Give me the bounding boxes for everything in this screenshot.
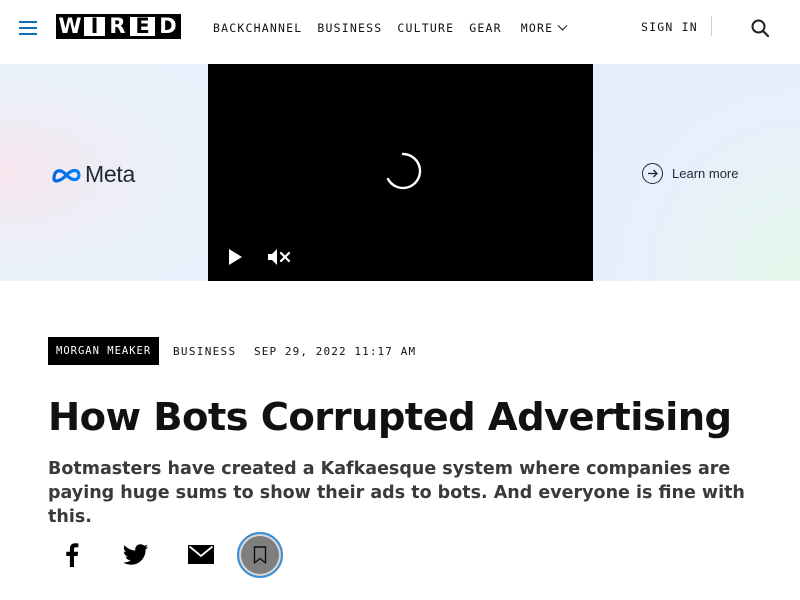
site-header: W I R E D BACKCHANNEL BUSINESS CULTURE G… xyxy=(0,0,800,56)
nav-item-gear[interactable]: GEAR xyxy=(469,21,502,35)
loading-spinner-icon xyxy=(386,152,422,190)
nav-item-business[interactable]: BUSINESS xyxy=(317,21,382,35)
sign-in-link[interactable]: SIGN IN xyxy=(641,20,698,34)
learn-more-label: Learn more xyxy=(672,166,739,181)
facebook-share-button[interactable] xyxy=(60,534,84,574)
header-divider xyxy=(711,16,712,36)
facebook-icon xyxy=(66,542,79,567)
meta-infinity-icon xyxy=(52,168,81,182)
logo-letter: I xyxy=(84,14,105,39)
twitter-icon xyxy=(123,543,148,565)
logo-letter: E xyxy=(130,14,155,39)
meta-logo[interactable]: Meta xyxy=(51,161,135,188)
bookmark-icon xyxy=(253,546,267,564)
nav-item-backchannel[interactable]: BACKCHANNEL xyxy=(213,21,302,35)
main-nav: BACKCHANNEL BUSINESS CULTURE GEAR MORE xyxy=(213,20,581,36)
chevron-down-icon xyxy=(557,20,568,31)
search-icon[interactable] xyxy=(751,19,769,37)
logo-letter: R xyxy=(105,14,130,39)
learn-more-button[interactable]: Learn more xyxy=(642,163,738,184)
mute-icon[interactable] xyxy=(266,247,292,267)
nav-more-label: MORE xyxy=(520,21,554,35)
page-title: How Bots Corrupted Advertising xyxy=(48,395,732,440)
advertiser-name: Meta xyxy=(85,161,135,187)
ad-video-player[interactable] xyxy=(208,64,593,281)
email-icon xyxy=(188,544,214,564)
arrow-right-circle-icon xyxy=(642,163,663,184)
logo-letter: D xyxy=(155,14,181,39)
twitter-share-button[interactable] xyxy=(122,534,150,574)
publish-date: SEP 29, 2022 11:17 AM xyxy=(254,345,417,358)
play-icon[interactable] xyxy=(226,247,244,267)
wired-logo[interactable]: W I R E D xyxy=(56,14,181,39)
article-dek: Botmasters have created a Kafkaesque sys… xyxy=(48,459,745,527)
category-link[interactable]: BUSINESS xyxy=(173,345,236,358)
nav-more-button[interactable]: MORE xyxy=(520,20,568,35)
email-share-button[interactable] xyxy=(187,534,215,574)
ad-right-panel: Learn more xyxy=(593,64,800,281)
author-link[interactable]: MORGAN MEAKER xyxy=(48,337,160,365)
ad-left-panel: Meta xyxy=(0,64,208,281)
logo-letter: W xyxy=(56,14,84,39)
ad-banner: Meta Learn more xyxy=(0,64,800,281)
menu-icon[interactable] xyxy=(19,21,37,35)
save-story-button[interactable] xyxy=(237,532,283,578)
nav-item-culture[interactable]: CULTURE xyxy=(397,21,454,35)
